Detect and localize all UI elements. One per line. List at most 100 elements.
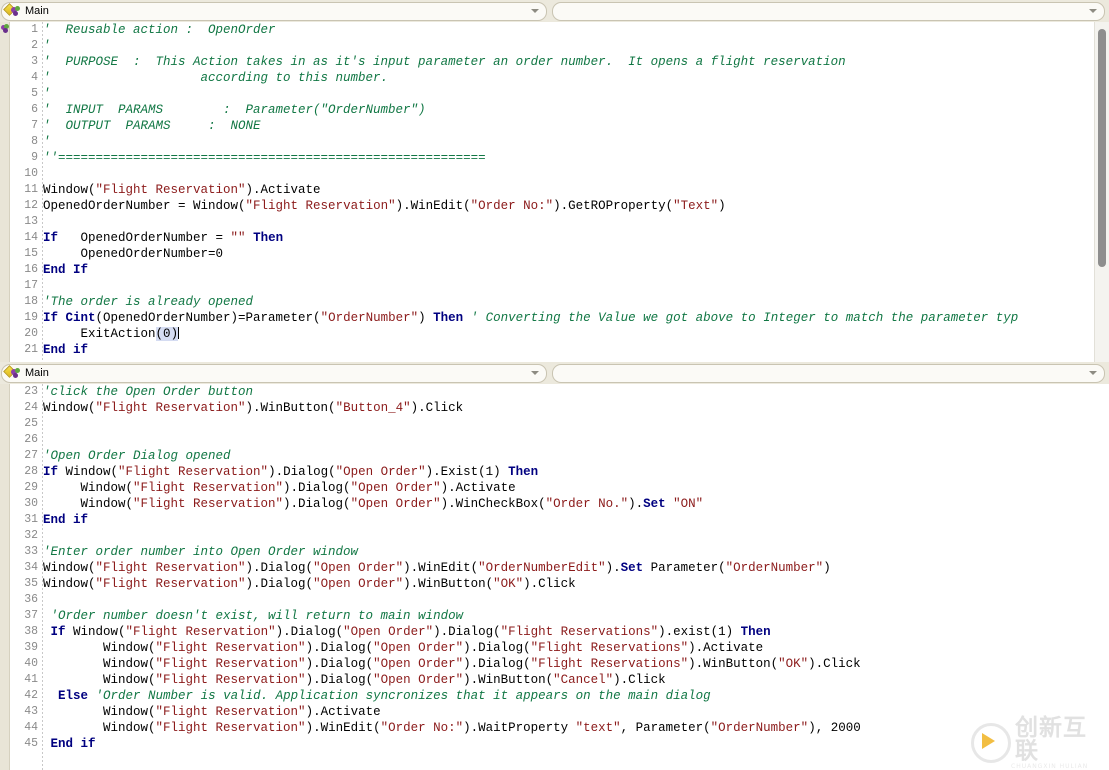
code-line[interactable]: Window("Flight Reservation").Activate: [43, 704, 1109, 720]
code-line[interactable]: End if: [43, 736, 1109, 752]
code-line[interactable]: 'Order number doesn't exist, will return…: [43, 608, 1109, 624]
code-line[interactable]: If Window("Flight Reservation").Dialog("…: [43, 624, 1109, 640]
code-token-cm: 'Order number doesn't exist, will return…: [43, 609, 464, 623]
code-token-st: "OK": [778, 657, 809, 671]
code-line[interactable]: Window("Flight Reservation").WinButton("…: [43, 400, 1109, 416]
code-line[interactable]: ExitAction(0): [43, 326, 1109, 342]
code-line[interactable]: OpenedOrderNumber = Window("Flight Reser…: [43, 198, 1109, 214]
line-number: 27: [24, 449, 38, 462]
code-editor-pane-top[interactable]: 1 2 3 4 5 6 7 8 9 10 11 12 13 14 15 16 17 18 19 20 21 ' Reus…: [0, 22, 1109, 362]
code-token-pl: ).WinButton(: [688, 657, 779, 671]
code-line[interactable]: Window("Flight Reservation").Dialog("Ope…: [43, 576, 1109, 592]
code-line[interactable]: 'Enter order number into Open Order wind…: [43, 544, 1109, 560]
code-editor-pane-bottom[interactable]: 23 24 25 26 27 28 29 30 31 32 33 34 35 36 37 38 39 40 41 42…: [0, 384, 1109, 770]
action-selector-combo[interactable]: Main: [1, 1, 547, 21]
code-line[interactable]: Else 'Order Number is valid. Application…: [43, 688, 1109, 704]
code-token-pl: ExitAction: [43, 327, 156, 341]
code-line[interactable]: Window("Flight Reservation").Dialog("Ope…: [43, 656, 1109, 672]
code-token-kw: If: [43, 231, 59, 245]
code-line[interactable]: If Cint(OpenedOrderNumber)=Parameter("Or…: [43, 310, 1109, 326]
code-token-st: "Open Order": [335, 465, 426, 479]
code-token-pl: ).Dialog(: [245, 577, 314, 591]
code-line[interactable]: ' PURPOSE : This Action takes in as it's…: [43, 54, 1109, 70]
code-text-bottom[interactable]: 'click the Open Order button Window("Flig…: [43, 384, 1109, 770]
code-line[interactable]: [43, 278, 1109, 294]
code-token-pl: ).WaitProperty: [463, 721, 576, 735]
code-line[interactable]: ' according to this number.: [43, 70, 1109, 86]
code-line[interactable]: 'click the Open Order button: [43, 384, 1109, 400]
action-selector-combo-bottom[interactable]: Main: [1, 363, 547, 383]
code-token-pl: ).Click: [410, 401, 464, 415]
line-number: 41: [24, 673, 38, 686]
code-line[interactable]: Window("Flight Reservation").Dialog("Ope…: [43, 560, 1109, 576]
code-line[interactable]: [43, 432, 1109, 448]
code-token-st: "Flight Reservation": [155, 641, 306, 655]
code-token-pl: ).Dialog(: [305, 641, 374, 655]
code-token-pl: ).Activate: [245, 183, 321, 197]
code-token-st: "Open Order": [313, 577, 404, 591]
code-line[interactable]: If Window("Flight Reservation").Dialog("…: [43, 464, 1109, 480]
code-line[interactable]: Window("Flight Reservation").Dialog("Ope…: [43, 480, 1109, 496]
code-token-pl: ).exist(1): [658, 625, 741, 639]
line-number: 11: [24, 183, 38, 196]
editor-left-margin-bottom[interactable]: [0, 384, 10, 770]
code-token-pl: ).Click: [808, 657, 861, 671]
code-token-pl: ).Dialog(: [463, 657, 531, 671]
code-line[interactable]: [43, 592, 1109, 608]
code-line[interactable]: End if: [43, 342, 1109, 358]
code-token-pl: ).Dialog(: [305, 657, 374, 671]
code-token-pl: ).Dialog(: [433, 625, 501, 639]
line-number: 36: [24, 593, 38, 606]
line-number: 26: [24, 433, 38, 446]
code-line[interactable]: Window("Flight Reservation").Dialog("Ope…: [43, 496, 1109, 512]
scrollbar-thumb[interactable]: [1098, 28, 1106, 267]
code-line[interactable]: End If: [43, 262, 1109, 278]
code-line[interactable]: 'The order is already opened: [43, 294, 1109, 310]
code-token-pl: , Parameter(: [620, 721, 711, 735]
vertical-scrollbar-top[interactable]: [1094, 22, 1109, 362]
code-token-pl: ).Dialog(: [275, 625, 344, 639]
code-line[interactable]: If OpenedOrderNumber = "" Then: [43, 230, 1109, 246]
code-line[interactable]: Window("Flight Reservation").Dialog("Ope…: [43, 640, 1109, 656]
code-token-st: "Open Order": [343, 625, 434, 639]
code-token-pl: OpenedOrderNumber=0: [43, 247, 224, 261]
chevron-down-icon[interactable]: [1089, 9, 1097, 13]
line-number: 34: [24, 561, 38, 574]
code-token-st: "Flight Reservation": [95, 183, 246, 197]
code-line[interactable]: ': [43, 134, 1109, 150]
code-line[interactable]: 'Open Order Dialog opened: [43, 448, 1109, 464]
code-line[interactable]: ' Reusable action : OpenOrder: [43, 22, 1109, 38]
chevron-down-icon[interactable]: [531, 371, 539, 375]
code-line[interactable]: Window("Flight Reservation").Dialog("Ope…: [43, 672, 1109, 688]
method-selector-combo-bottom[interactable]: [552, 363, 1105, 383]
code-line[interactable]: Window("Flight Reservation").WinEdit("Or…: [43, 720, 1109, 736]
code-line[interactable]: ': [43, 86, 1109, 102]
code-line[interactable]: ': [43, 38, 1109, 54]
method-selector-combo[interactable]: [552, 1, 1105, 21]
code-line[interactable]: [43, 214, 1109, 230]
line-number: 19: [24, 311, 38, 324]
code-token-st: "Flight Reservation": [95, 561, 246, 575]
chevron-down-icon[interactable]: [531, 9, 539, 13]
code-token-pl: Window(: [43, 183, 96, 197]
code-line[interactable]: End if: [43, 512, 1109, 528]
line-number: 5: [31, 87, 38, 100]
code-text-top[interactable]: ' Reusable action : OpenOrder ' ' PURPOSE …: [43, 22, 1109, 362]
code-token-kw: End if: [50, 737, 96, 751]
code-line[interactable]: OpenedOrderNumber=0: [43, 246, 1109, 262]
code-line[interactable]: ' INPUT PARAMS : Parameter("OrderNumber"…: [43, 102, 1109, 118]
code-token-pl: ): [418, 311, 434, 325]
code-line[interactable]: [43, 166, 1109, 182]
code-line[interactable]: ''======================================…: [43, 150, 1109, 166]
code-line[interactable]: [43, 416, 1109, 432]
code-token-st: "text": [575, 721, 621, 735]
code-token-kw: End if: [43, 513, 89, 527]
line-number: 10: [24, 167, 38, 180]
code-line[interactable]: ' OUTPUT PARAMS : NONE: [43, 118, 1109, 134]
code-token-cm: ': [43, 87, 51, 101]
code-line[interactable]: Window("Flight Reservation").Activate: [43, 182, 1109, 198]
line-number: 20: [24, 327, 38, 340]
editor-left-margin-top[interactable]: [0, 22, 10, 362]
code-line[interactable]: [43, 528, 1109, 544]
chevron-down-icon[interactable]: [1089, 371, 1097, 375]
